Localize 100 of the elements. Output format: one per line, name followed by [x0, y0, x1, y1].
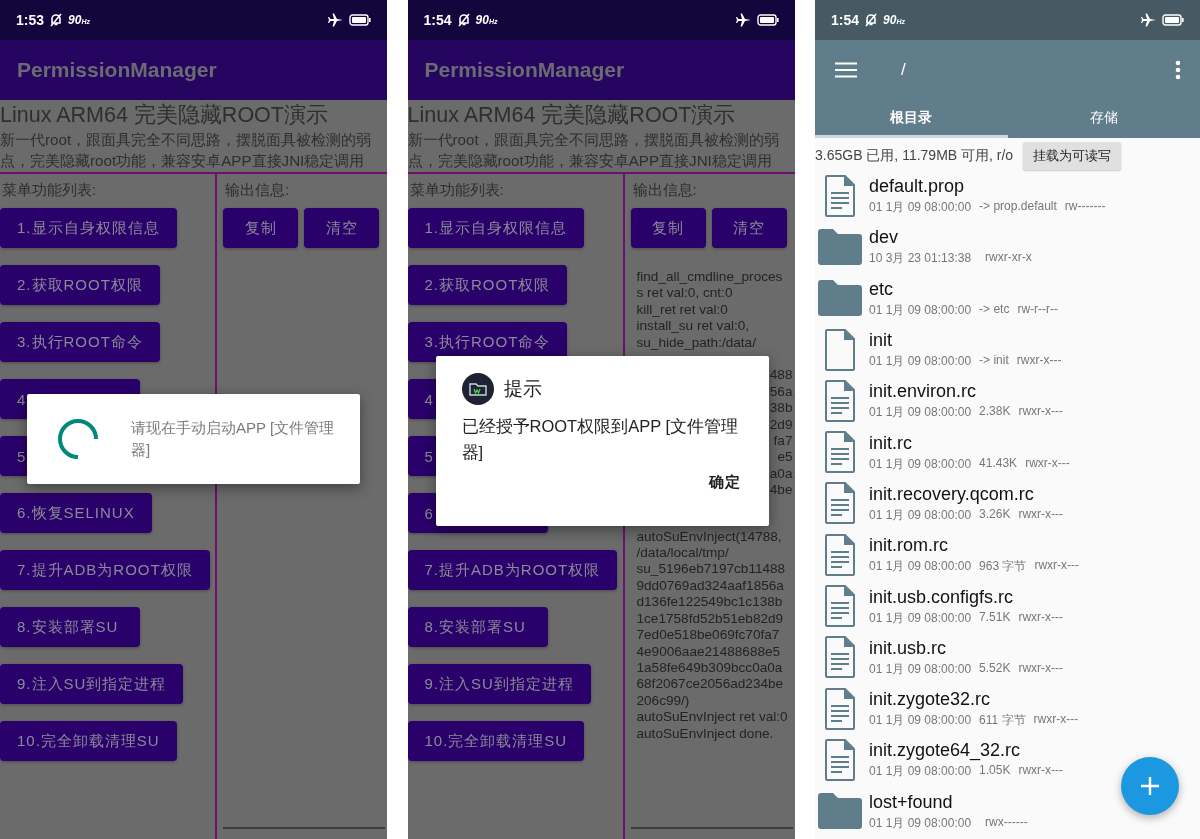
page-heading: Linux ARM64 完美隐藏ROOT演示	[407, 102, 737, 129]
file-permissions: rwxr-x---	[1018, 609, 1064, 626]
file-detail: -> etc	[979, 301, 1010, 318]
output-line: su_5196eb7197cb11488	[636, 561, 787, 578]
menu-button[interactable]: 7.提升ADB为ROOT权限	[0, 550, 210, 590]
file-detail: 7.51K	[979, 609, 1011, 626]
output-line: 1a58fe649b309bcc0a0a	[636, 659, 784, 677]
file-date: 01 1月 09 08:00:00	[869, 404, 972, 422]
file-detail: -> prop.default	[979, 199, 1057, 216]
output-label: 输出信息:	[224, 180, 291, 200]
path-title: /	[901, 60, 906, 80]
battery-icon	[1162, 14, 1184, 26]
output-line: 206c99/)	[636, 692, 691, 710]
file-name[interactable]: etc	[869, 277, 1059, 300]
file-permissions: rwxr-x---	[1018, 506, 1064, 523]
file-date: 01 1月 09 08:00:00	[869, 558, 972, 576]
confirm-button[interactable]: 确定	[706, 469, 743, 496]
add-button[interactable]	[1121, 757, 1179, 815]
battery-icon	[756, 14, 779, 26]
spinner-icon	[56, 417, 100, 461]
file-permissions: rwxr-x---	[1018, 763, 1064, 780]
output-button[interactable]: 复制	[223, 208, 298, 248]
output-line: 2d9	[769, 416, 793, 432]
file-date: 01 1月 09 08:00:00	[869, 712, 972, 730]
output-button[interactable]: 清空	[711, 208, 787, 248]
file-name[interactable]: init.usb.rc	[869, 636, 1064, 659]
dialog-title: 提示	[503, 377, 542, 401]
document-icon	[825, 687, 855, 730]
file-name[interactable]: init.usb.configfs.rc	[869, 585, 1064, 608]
file-name[interactable]: dev	[869, 226, 1032, 249]
file-name[interactable]: init.zygote64_32.rc	[869, 739, 1064, 762]
tab[interactable]: 存储	[1007, 100, 1200, 138]
file-name[interactable]: init.environ.rc	[869, 380, 1064, 403]
menu-button[interactable]: 1.显示自身权限信息	[407, 208, 584, 248]
file-detail: 5.52K	[979, 660, 1011, 677]
file-name[interactable]: init	[869, 329, 1062, 352]
document-icon	[825, 533, 855, 576]
menu-button[interactable]: 10.完全卸载清理SU	[0, 721, 177, 761]
output-line: /data/local/tmp/	[636, 545, 730, 562]
document-icon	[825, 636, 855, 679]
file-date: 01 1月 09 08:00:00	[869, 506, 972, 524]
menu-button[interactable]: 7.提升ADB为ROOT权限	[407, 550, 618, 590]
file-detail: 611 字节	[979, 712, 1026, 730]
document-icon	[825, 431, 855, 474]
file-permissions: rw-------	[1064, 199, 1106, 216]
menu-icon[interactable]	[835, 62, 857, 78]
file-date: 01 1月 09 08:00:00	[869, 455, 972, 473]
file-name[interactable]: init.rom.rc	[869, 534, 1080, 557]
menu-button[interactable]: 9.注入SU到指定进程	[407, 664, 591, 704]
app-title: PermissionManager	[424, 58, 625, 82]
status-time: 1:53	[16, 12, 45, 28]
plus-icon	[1140, 776, 1160, 796]
output-line: fa7	[773, 433, 793, 449]
output-line: install_su ret val:0,	[636, 318, 751, 335]
menu-button[interactable]: 1.显示自身权限信息	[0, 208, 177, 248]
output-line: 488	[769, 367, 793, 383]
menu-button[interactable]: 3.执行ROOT命令	[0, 322, 160, 362]
file-name[interactable]: default.prop	[869, 175, 1106, 198]
file-permissions: rwxr-x---	[1034, 558, 1080, 575]
document-icon	[825, 482, 855, 525]
tab[interactable]: 根目录	[815, 100, 1008, 138]
output-line: d136fe122549bc1c138b	[636, 594, 784, 611]
output-line: 56a	[769, 383, 793, 399]
mount-button[interactable]: 挂载为可读写	[1023, 142, 1122, 170]
menu-button[interactable]: 8.安装部署SU	[0, 607, 140, 647]
menu-button[interactable]: 10.完全卸载清理SU	[407, 721, 585, 761]
menu-label: 菜单功能列表:	[408, 180, 504, 200]
output-line: autoSuEnvInject ret val:0	[636, 709, 789, 726]
file-detail: 2.38K	[979, 404, 1011, 421]
file-name[interactable]: init.recovery.qcom.rc	[869, 482, 1064, 505]
menu-button[interactable]: 2.获取ROOT权限	[0, 265, 160, 305]
menu-button[interactable]: 2.获取ROOT权限	[407, 265, 568, 305]
output-line: kill_ret ret val:0	[636, 301, 729, 319]
more-icon[interactable]	[1175, 60, 1181, 80]
file-permissions: rwxr-x---	[1018, 660, 1064, 677]
output-line: autoSuEnvInject done.	[636, 725, 775, 742]
file-detail: 1.05K	[979, 763, 1011, 780]
page-heading: Linux ARM64 完美隐藏ROOT演示	[0, 102, 329, 129]
output-line: autoSuEnvInject(14788,	[636, 528, 783, 546]
menu-button[interactable]: 6.恢复SELINUX	[0, 493, 152, 533]
file-name[interactable]: init.zygote32.rc	[869, 688, 1079, 711]
file-date: 01 1月 09 08:00:00	[869, 660, 972, 678]
output-line: find_all_cmdline_proces	[636, 269, 784, 286]
document-icon	[825, 738, 855, 781]
menu-button[interactable]: 9.注入SU到指定进程	[0, 664, 184, 704]
output-line: 9dd0769ad324aaf1856a	[636, 577, 785, 595]
file-detail: -> init	[979, 353, 1009, 370]
file-detail: 41.43K	[979, 455, 1018, 472]
output-button[interactable]: 清空	[304, 208, 379, 248]
output-button[interactable]: 复制	[630, 208, 706, 248]
file-date: 01 1月 09 08:00:00	[869, 609, 972, 627]
menu-button[interactable]: 8.安装部署SU	[407, 607, 548, 647]
file-detail: 963 字节	[979, 558, 1027, 576]
battery-icon	[349, 14, 371, 26]
file-name[interactable]: lost+found	[869, 790, 1028, 813]
file-permissions: rwxr-x---	[1016, 353, 1062, 370]
file-name[interactable]: init.rc	[869, 431, 1070, 454]
dialog-message: 已经授予ROOT权限到APP [文件管理器]	[461, 416, 740, 463]
file-permissions: rwxr-x---	[1033, 712, 1079, 729]
document-icon	[825, 174, 855, 217]
